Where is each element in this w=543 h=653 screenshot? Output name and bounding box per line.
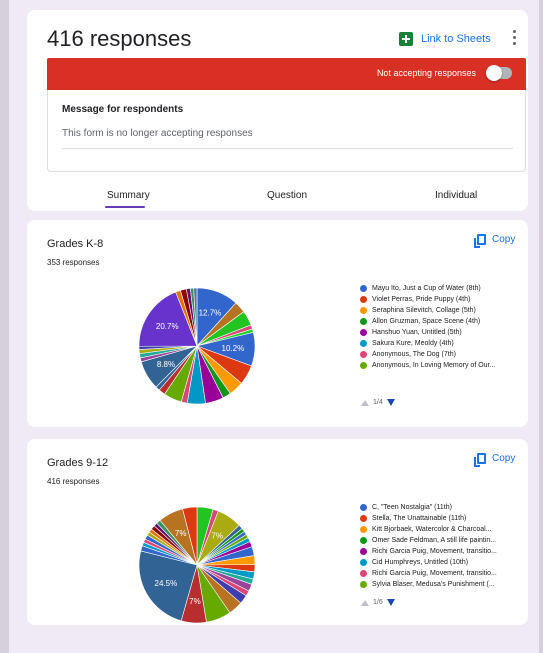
legend-swatch xyxy=(360,329,367,336)
pie-chart: 12.7% 10.2% 8.8% 20.7% xyxy=(138,287,256,405)
legend-label: Violet Perras, Pride Puppy (4th) xyxy=(372,296,471,303)
legend-label: Omer Sade Feldman, A still life paintin.… xyxy=(372,537,497,544)
legend-label: Mayu Ito, Just a Cup of Water (8th) xyxy=(372,285,481,292)
accepting-responses-toggle[interactable] xyxy=(486,65,512,81)
message-label: Message for respondents xyxy=(62,104,184,115)
pie-slice-label: 7% xyxy=(211,531,223,540)
message-input-underline xyxy=(62,148,513,149)
tab-individual[interactable]: Individual xyxy=(435,190,477,201)
response-view-tabs: Summary Question Individual xyxy=(27,176,528,208)
copy-chart-button[interactable]: Copy xyxy=(474,453,516,467)
legend-item: Hanshuo Yuan, Untitled (5th) xyxy=(360,327,495,338)
legend-label: Seraphina Silevitch, Collage (5th) xyxy=(372,307,476,314)
copy-label: Copy xyxy=(492,234,516,245)
question-card-grades-9-12: Grades 9-12 416 responses Copy 7% 7% 24.5%… xyxy=(27,439,528,625)
legend-prev-icon[interactable] xyxy=(361,599,369,606)
legend-item: C, "Teen Nostalgia" (11th) xyxy=(360,502,497,513)
link-to-sheets-label: Link to Sheets xyxy=(421,33,491,45)
responses-count-title: 416 responses xyxy=(47,26,192,51)
copy-label: Copy xyxy=(492,453,516,464)
legend-swatch xyxy=(360,318,367,325)
legend-item: Sakura Kure, Meoldy (4th) xyxy=(360,338,495,349)
pie-slice-label: 7% xyxy=(189,597,201,606)
legend-swatch xyxy=(360,504,367,511)
legend-swatch xyxy=(360,515,367,522)
legend-swatch xyxy=(360,351,367,358)
legend-item: Anonymous, In Loving Memory of Our... xyxy=(360,360,495,371)
chart-legend: C, "Teen Nostalgia" (11th) Stella, The Un… xyxy=(360,502,497,590)
legend-label: C, "Teen Nostalgia" (11th) xyxy=(372,504,452,511)
legend-label: Richi Garcia Puig, Movement, transitio..… xyxy=(372,570,497,577)
copy-icon xyxy=(474,234,486,248)
question-title: Grades K-8 xyxy=(47,238,104,250)
pie-slice-label: 12.7% xyxy=(199,308,222,317)
pie-slice-label: 7% xyxy=(175,529,187,538)
legend-label: Hanshuo Yuan, Untitled (5th) xyxy=(372,329,462,336)
legend-prev-icon[interactable] xyxy=(361,399,369,406)
legend-item: Richi Garcia Puig, Movement, transitio..… xyxy=(360,546,497,557)
legend-swatch xyxy=(360,559,367,566)
legend-pager: 1/6 xyxy=(361,599,395,606)
message-for-respondents-box: Message for respondents This form is no … xyxy=(47,90,526,172)
tab-question[interactable]: Question xyxy=(267,190,307,201)
legend-label: Sylvia Blaser, Medusa's Punishment (... xyxy=(372,581,495,588)
legend-label: Cid Humphreys, Untitled (10th) xyxy=(372,559,469,566)
legend-swatch xyxy=(360,307,367,314)
legend-page-indicator: 1/4 xyxy=(373,399,383,406)
legend-label: Sakura Kure, Meoldy (4th) xyxy=(372,340,454,347)
not-accepting-label: Not accepting responses xyxy=(376,68,476,78)
pie-slice-label: 20.7% xyxy=(156,322,179,331)
question-response-count: 416 responses xyxy=(47,477,100,486)
legend-swatch xyxy=(360,526,367,533)
active-tab-indicator xyxy=(105,206,145,208)
pie-slice-label: 8.8% xyxy=(157,360,175,369)
legend-swatch xyxy=(360,340,367,347)
legend-item: Allon Gruzman, Space Scene (4th) xyxy=(360,316,495,327)
copy-icon xyxy=(474,453,486,467)
responses-page: 416 responses Link to Sheets Not accepti… xyxy=(9,0,539,653)
legend-next-icon[interactable] xyxy=(386,399,395,406)
legend-item: Mayu Ito, Just a Cup of Water (8th) xyxy=(360,283,495,294)
chart-legend: Mayu Ito, Just a Cup of Water (8th) Viole… xyxy=(360,283,495,371)
legend-item: Violet Perras, Pride Puppy (4th) xyxy=(360,294,495,305)
link-to-sheets-button[interactable]: Link to Sheets xyxy=(399,32,491,46)
legend-item: Cid Humphreys, Untitled (10th) xyxy=(360,557,497,568)
question-title: Grades 9-12 xyxy=(47,457,109,469)
question-card-grades-k8: Grades K-8 353 responses Copy 12.7% 10.2%… xyxy=(27,220,528,427)
copy-chart-button[interactable]: Copy xyxy=(474,234,516,248)
legend-page-indicator: 1/6 xyxy=(373,599,383,606)
pie-slice-label: 10.2% xyxy=(222,344,245,353)
legend-item: Anonymous, The Dog (7th) xyxy=(360,349,495,360)
legend-label: Anonymous, The Dog (7th) xyxy=(372,351,456,358)
legend-pager: 1/4 xyxy=(361,399,395,406)
sheets-icon xyxy=(399,32,413,46)
legend-swatch xyxy=(360,285,367,292)
legend-item: Sylvia Blaser, Medusa's Punishment (... xyxy=(360,579,497,590)
legend-swatch xyxy=(360,537,367,544)
legend-label: Stella, The Unattainable (11th) xyxy=(372,515,467,522)
pie-chart: 7% 7% 24.5% 7% xyxy=(138,506,256,624)
legend-swatch xyxy=(360,570,367,577)
legend-swatch xyxy=(360,362,367,369)
legend-swatch xyxy=(360,581,367,588)
legend-item: Omer Sade Feldman, A still life paintin.… xyxy=(360,535,497,546)
legend-label: Allon Gruzman, Space Scene (4th) xyxy=(372,318,481,325)
legend-label: Anonymous, In Loving Memory of Our... xyxy=(372,362,496,369)
legend-item: Richi Garcia Puig, Movement, transitio..… xyxy=(360,568,497,579)
legend-item: Stella, The Unattainable (11th) xyxy=(360,513,497,524)
pie-slice-label: 24.5% xyxy=(155,579,178,588)
more-options-icon[interactable] xyxy=(511,30,517,46)
not-accepting-banner: Not accepting responses xyxy=(47,58,526,90)
toggle-knob xyxy=(486,65,502,81)
question-response-count: 353 responses xyxy=(47,258,100,267)
legend-item: Kitt Bjorbaek, Watercolor & Charcoal... xyxy=(360,524,497,535)
legend-item: Seraphina Silevitch, Collage (5th) xyxy=(360,305,495,316)
legend-label: Richi Garcia Puig, Movement, transitio..… xyxy=(372,548,497,555)
legend-swatch xyxy=(360,296,367,303)
legend-swatch xyxy=(360,548,367,555)
tab-summary[interactable]: Summary xyxy=(107,190,150,201)
message-input[interactable]: This form is no longer accepting respons… xyxy=(62,128,253,139)
legend-label: Kitt Bjorbaek, Watercolor & Charcoal... xyxy=(372,526,492,533)
legend-next-icon[interactable] xyxy=(386,599,395,606)
